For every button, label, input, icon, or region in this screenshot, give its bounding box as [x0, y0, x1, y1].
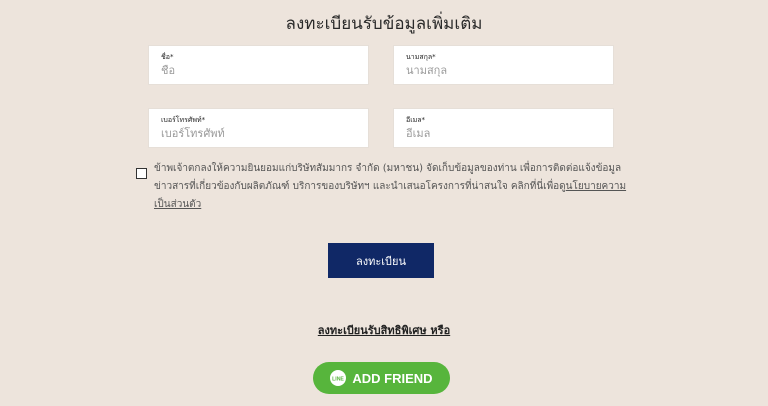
consent-text: ข้าพเจ้าตกลงให้ความยินยอมแก่บริษัทสัมมาก…: [154, 160, 636, 214]
last-name-label: นามสกุล*: [406, 53, 436, 61]
phone-field[interactable]: เบอร์โทรศัพท์*: [148, 108, 369, 148]
first-name-input[interactable]: [161, 64, 361, 77]
special-privilege-link[interactable]: ลงทะเบียนรับสิทธิพิเศษ หรือ: [0, 321, 768, 339]
line-icon-text: LINE: [332, 377, 344, 383]
email-label: อีเมล*: [406, 116, 426, 124]
line-add-friend-button[interactable]: LINE ADD FRIEND: [313, 362, 450, 394]
last-name-field[interactable]: นามสกุล*: [393, 45, 614, 85]
registration-page: ลงทะเบียนรับข้อมูลเพิ่มเติม ชื่อ* นามสกุ…: [0, 0, 768, 406]
email-field[interactable]: อีเมล*: [393, 108, 614, 148]
form-title: ลงทะเบียนรับข้อมูลเพิ่มเติม: [285, 14, 483, 34]
register-button[interactable]: ลงทะเบียน: [328, 243, 434, 278]
phone-label: เบอร์โทรศัพท์*: [161, 116, 206, 124]
first-name-label: ชื่อ*: [161, 53, 174, 61]
line-button-label: ADD FRIEND: [352, 370, 433, 386]
line-icon: LINE: [330, 370, 347, 386]
consent-body: ข้าพเจ้าตกลงให้ความยินยอมแก่บริษัทสัมมาก…: [154, 163, 622, 192]
consent-checkbox[interactable]: [136, 168, 147, 179]
first-name-field[interactable]: ชื่อ*: [148, 45, 369, 85]
phone-input[interactable]: [161, 127, 361, 140]
email-input[interactable]: [406, 127, 606, 140]
last-name-input[interactable]: [406, 64, 606, 77]
consent-block: ข้าพเจ้าตกลงให้ความยินยอมแก่บริษัทสัมมาก…: [136, 160, 636, 214]
